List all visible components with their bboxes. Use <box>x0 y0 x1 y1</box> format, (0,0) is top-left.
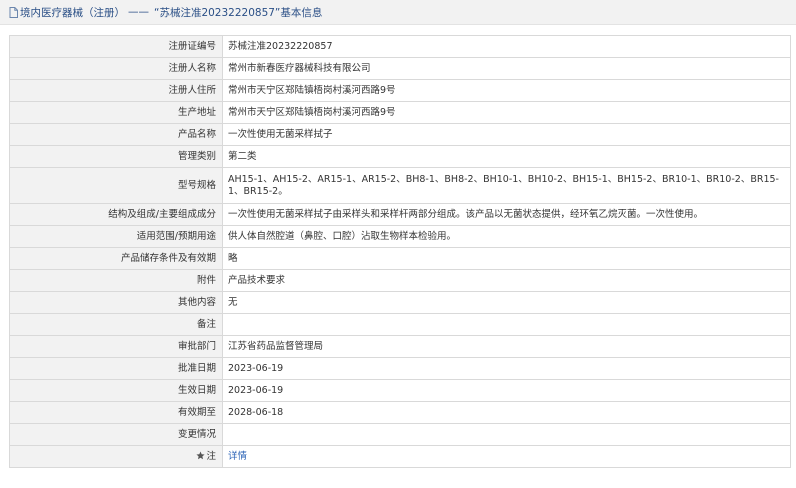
header-category: 境内医疗器械（注册） <box>20 6 125 19</box>
row-label: 结构及组成/主要组成成分 <box>9 203 223 226</box>
row-label: 产品储存条件及有效期 <box>9 247 223 270</box>
row-label: 备注 <box>9 313 223 336</box>
row-value <box>222 313 791 336</box>
row-label: 附件 <box>9 269 223 292</box>
row-value: 一次性使用无菌采样拭子 <box>222 123 791 146</box>
row-label: 生效日期 <box>9 379 223 402</box>
row-value: 江苏省药品监督管理局 <box>222 335 791 358</box>
table-row: 生产地址 常州市天宁区郑陆镇梧岗村溪河西路9号 <box>9 101 791 124</box>
document-icon <box>9 6 18 18</box>
row-label: 注册人名称 <box>9 57 223 80</box>
table-row: 附件 产品技术要求 <box>9 269 791 292</box>
row-value: 略 <box>222 247 791 270</box>
row-value: 2023-06-19 <box>222 357 791 380</box>
row-label: 批准日期 <box>9 357 223 380</box>
row-value: AH15-1、AH15-2、AR15-1、AR15-2、BH8-1、BH8-2、… <box>222 167 791 204</box>
row-label: 型号规格 <box>9 167 223 204</box>
table-row: 结构及组成/主要组成成分 一次性使用无菌采样拭子由采样头和采样杆两部分组成。该产… <box>9 203 791 226</box>
row-value: 产品技术要求 <box>222 269 791 292</box>
note-row: 注 详情 <box>9 445 791 468</box>
row-value: 无 <box>222 291 791 314</box>
table-row: 生效日期 2023-06-19 <box>9 379 791 402</box>
table-row: 适用范围/预期用途 供人体自然腔道（鼻腔、口腔）沾取生物样本检验用。 <box>9 225 791 248</box>
row-value: 2023-06-19 <box>222 379 791 402</box>
table-row: 型号规格 AH15-1、AH15-2、AR15-1、AR15-2、BH8-1、B… <box>9 167 791 204</box>
page-header: 境内医疗器械（注册） —— “苏械注准20232220857”基本信息 <box>0 0 796 25</box>
table-row: 备注 <box>9 313 791 336</box>
row-label: 生产地址 <box>9 101 223 124</box>
details-link[interactable]: 详情 <box>228 451 247 462</box>
table-row: 有效期至 2028-06-18 <box>9 401 791 424</box>
row-label: 产品名称 <box>9 123 223 146</box>
row-value: 第二类 <box>222 145 791 168</box>
table-row: 批准日期 2023-06-19 <box>9 357 791 380</box>
row-value: 一次性使用无菌采样拭子由采样头和采样杆两部分组成。该产品以无菌状态提供，经环氧乙… <box>222 203 791 226</box>
note-label-cell: 注 <box>9 445 223 468</box>
row-value: 苏械注准20232220857 <box>222 35 791 58</box>
header-separator: —— <box>128 6 149 18</box>
row-label: 其他内容 <box>9 291 223 314</box>
row-label: 管理类别 <box>9 145 223 168</box>
row-label: 变更情况 <box>9 423 223 446</box>
row-value <box>222 423 791 446</box>
header-record-title: “苏械注准20232220857”基本信息 <box>154 6 323 19</box>
table-row: 管理类别 第二类 <box>9 145 791 168</box>
table-row: 变更情况 <box>9 423 791 446</box>
row-label: 注册证编号 <box>9 35 223 58</box>
table-row: 其他内容 无 <box>9 291 791 314</box>
row-value: 2028-06-18 <box>222 401 791 424</box>
star-icon <box>196 451 206 459</box>
table-row: 审批部门 江苏省药品监督管理局 <box>9 335 791 358</box>
row-label: 注册人住所 <box>9 79 223 102</box>
note-label: 注 <box>206 450 216 462</box>
table-row: 产品储存条件及有效期 略 <box>9 247 791 270</box>
row-label: 适用范围/预期用途 <box>9 225 223 248</box>
row-label: 审批部门 <box>9 335 223 358</box>
table-row: 注册证编号 苏械注准20232220857 <box>9 35 791 58</box>
row-value: 供人体自然腔道（鼻腔、口腔）沾取生物样本检验用。 <box>222 225 791 248</box>
row-label: 有效期至 <box>9 401 223 424</box>
row-value: 常州市新春医疗器械科技有限公司 <box>222 57 791 80</box>
info-table: 注册证编号 苏械注准20232220857 注册人名称 常州市新春医疗器械科技有… <box>9 35 791 468</box>
table-row: 注册人住所 常州市天宁区郑陆镇梧岗村溪河西路9号 <box>9 79 791 102</box>
row-value: 常州市天宁区郑陆镇梧岗村溪河西路9号 <box>222 79 791 102</box>
note-value-cell: 详情 <box>222 445 791 468</box>
table-row: 注册人名称 常州市新春医疗器械科技有限公司 <box>9 57 791 80</box>
row-value: 常州市天宁区郑陆镇梧岗村溪河西路9号 <box>222 101 791 124</box>
table-row: 产品名称 一次性使用无菌采样拭子 <box>9 123 791 146</box>
